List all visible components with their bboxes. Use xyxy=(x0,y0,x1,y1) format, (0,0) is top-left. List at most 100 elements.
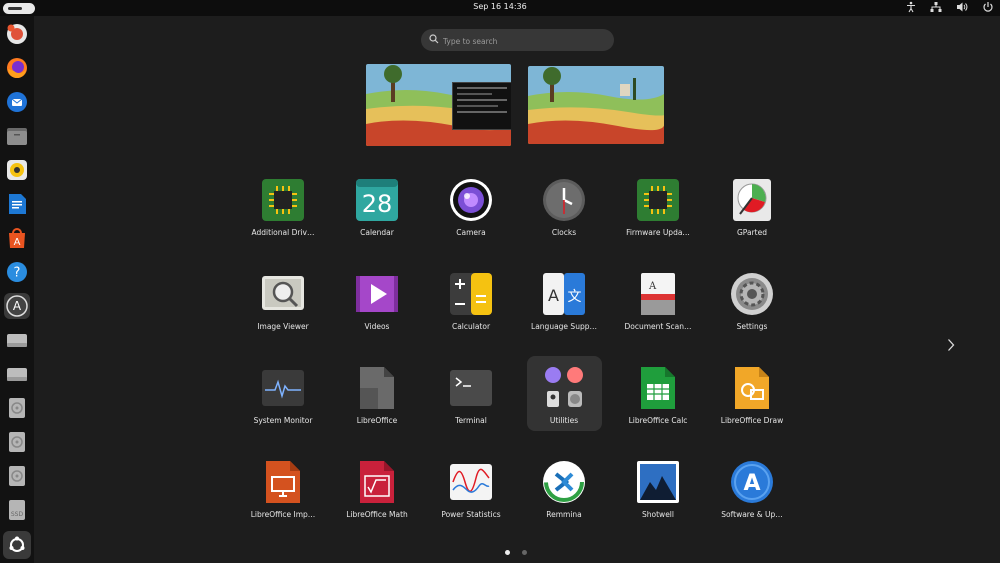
dock-item-disc-2[interactable] xyxy=(4,429,30,455)
search-icon xyxy=(429,34,439,44)
app-label: Videos xyxy=(364,322,390,331)
app-libreoffice[interactable]: LibreOffice xyxy=(337,366,417,446)
libreoffice-impress-icon xyxy=(266,461,300,503)
calendar-day: 28 xyxy=(362,190,393,218)
rhythmbox-icon xyxy=(7,160,27,180)
next-page-arrow[interactable] xyxy=(947,338,955,356)
drive-icon xyxy=(7,334,27,347)
app-label: Calendar xyxy=(360,228,394,237)
app-center-icon: A xyxy=(9,228,25,248)
app-videos[interactable]: Videos xyxy=(337,272,417,352)
app-additional-drivers[interactable]: Additional Driv… xyxy=(243,178,323,258)
page-dot-1[interactable] xyxy=(505,550,510,555)
app-settings[interactable]: Settings xyxy=(712,272,792,352)
help-icon xyxy=(7,24,27,44)
chip-icon xyxy=(637,179,679,221)
chevron-right-icon xyxy=(948,339,955,351)
search-input[interactable] xyxy=(441,29,610,53)
svg-text:A: A xyxy=(13,299,22,313)
app-label: Remmina xyxy=(546,510,582,519)
page-indicator xyxy=(505,550,527,555)
dock-item-writer[interactable] xyxy=(4,191,30,217)
app-label: Document Scan… xyxy=(624,322,692,331)
videos-icon xyxy=(356,276,398,312)
calendar-icon: 28 xyxy=(356,179,398,221)
app-remmina[interactable]: Remmina xyxy=(524,460,604,540)
thunderbird-icon xyxy=(7,92,27,112)
dock-item-rhythmbox[interactable] xyxy=(4,157,30,183)
system-tray[interactable] xyxy=(906,1,994,13)
dock-item-ssd[interactable]: SSD xyxy=(4,497,30,523)
drive-icon xyxy=(7,368,27,381)
app-label: LibreOffice Draw xyxy=(720,416,784,425)
image-viewer-icon xyxy=(262,276,304,310)
disc-icon xyxy=(9,432,25,452)
app-terminal[interactable]: Terminal xyxy=(431,366,511,446)
app-firmware-updater[interactable]: Firmware Upda… xyxy=(618,178,698,258)
scanner-icon: A xyxy=(641,273,675,315)
dock-item-drive-2[interactable] xyxy=(4,361,30,387)
app-document-scanner[interactable]: A Document Scan… xyxy=(618,272,698,352)
app-label: Additional Driv… xyxy=(251,228,315,237)
dock-item-disc-3[interactable] xyxy=(4,463,30,489)
app-camera[interactable]: Camera xyxy=(431,178,511,258)
dock-item-files[interactable] xyxy=(4,123,30,149)
power-icon[interactable] xyxy=(982,1,994,13)
dock-item-disc-1[interactable] xyxy=(4,395,30,421)
app-power-statistics[interactable]: Power Statistics xyxy=(431,460,511,540)
app-shotwell[interactable]: Shotwell xyxy=(618,460,698,540)
libreoffice-math-icon xyxy=(360,461,394,503)
app-label: Power Statistics xyxy=(441,510,501,519)
page-dot-2[interactable] xyxy=(522,550,527,555)
top-bar: Sep 16 14:36 xyxy=(0,0,1000,16)
dock-item-help-updater[interactable] xyxy=(4,21,30,47)
disc-icon xyxy=(9,398,25,418)
app-label: Software & Up… xyxy=(721,510,783,519)
dock-item-help[interactable]: ? xyxy=(4,259,30,285)
dock-item-thunderbird[interactable] xyxy=(4,89,30,115)
app-libreoffice-calc[interactable]: LibreOffice Calc xyxy=(618,366,698,446)
app-software-updates[interactable]: A Software & Up… xyxy=(712,460,792,540)
clock-icon xyxy=(543,179,585,221)
dock-item-software-updater[interactable]: A xyxy=(4,293,30,319)
workspace-thumbnail-2[interactable] xyxy=(528,66,664,144)
app-libreoffice-impress[interactable]: LibreOffice Imp… xyxy=(243,460,323,540)
svg-text:?: ? xyxy=(14,266,21,281)
files-icon xyxy=(7,128,27,145)
app-libreoffice-draw[interactable]: LibreOffice Draw xyxy=(712,366,792,446)
svg-text:A: A xyxy=(743,471,760,496)
app-calculator[interactable]: Calculator xyxy=(431,272,511,352)
accessibility-icon[interactable] xyxy=(906,1,916,13)
folder-utilities[interactable]: Utilities xyxy=(524,366,604,446)
dock-item-drive-1[interactable] xyxy=(4,327,30,353)
calculator-icon xyxy=(450,273,492,315)
terminal-icon xyxy=(450,370,492,406)
app-label: LibreOffice Calc xyxy=(628,416,688,425)
app-label: Image Viewer xyxy=(257,322,309,331)
app-language-support[interactable]: A文 Language Supp… xyxy=(524,272,604,352)
workspace-thumbnail-1[interactable] xyxy=(366,64,511,146)
app-system-monitor[interactable]: System Monitor xyxy=(243,366,323,446)
date-time[interactable]: Sep 16 14:36 xyxy=(0,2,1000,11)
app-label: GParted xyxy=(737,228,767,237)
app-label: Camera xyxy=(456,228,486,237)
ssd-label: SSD xyxy=(11,511,24,518)
app-gparted[interactable]: GParted xyxy=(712,178,792,258)
app-calendar[interactable]: 28 Calendar xyxy=(337,178,417,258)
app-clocks[interactable]: Clocks xyxy=(524,178,604,258)
search-bar[interactable] xyxy=(421,29,614,53)
power-statistics-icon xyxy=(450,464,492,500)
app-image-viewer[interactable]: Image Viewer xyxy=(243,272,323,352)
volume-icon[interactable] xyxy=(956,1,968,13)
app-libreoffice-math[interactable]: LibreOffice Math xyxy=(337,460,417,540)
show-apps-button[interactable] xyxy=(3,531,31,559)
firefox-icon xyxy=(7,58,27,78)
app-label: Settings xyxy=(736,322,768,331)
dock-item-app-center[interactable]: A xyxy=(4,225,30,251)
network-icon[interactable] xyxy=(930,1,942,13)
camera-icon xyxy=(450,179,492,221)
dock-item-firefox[interactable] xyxy=(4,55,30,81)
app-label: Firmware Upda… xyxy=(626,228,690,237)
chip-icon xyxy=(262,179,304,221)
terminal-window-thumbnail[interactable] xyxy=(452,82,511,130)
